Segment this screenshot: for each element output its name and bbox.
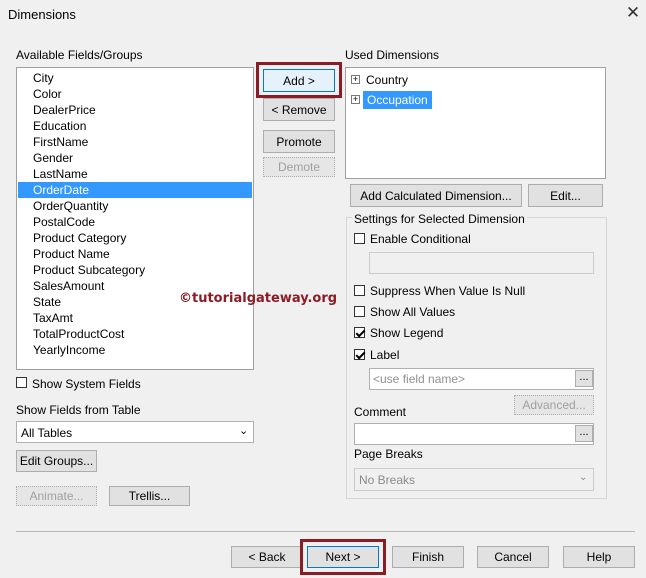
conditional-expression-field[interactable]	[369, 252, 594, 274]
close-icon[interactable]: ✕	[624, 4, 642, 22]
list-item[interactable]: SalesAmount	[33, 278, 104, 294]
table-select[interactable]: All Tables ⌄	[16, 421, 254, 443]
trellis-button[interactable]: Trellis...	[109, 486, 190, 506]
list-item[interactable]: Color	[33, 86, 62, 102]
label-checkbox[interactable]	[354, 349, 365, 360]
show-fields-from-table-label: Show Fields from Table	[16, 403, 141, 417]
label-field-placeholder: <use field name>	[373, 372, 466, 386]
add-calculated-dimension-button[interactable]: Add Calculated Dimension...	[350, 184, 522, 207]
page-breaks-label: Page Breaks	[354, 447, 423, 461]
suppress-null-label: Suppress When Value Is Null	[370, 284, 526, 298]
list-item[interactable]: YearlyIncome	[33, 342, 105, 358]
list-item[interactable]: State	[33, 294, 61, 310]
label-check-label: Label	[370, 348, 400, 362]
list-item[interactable]: FirstName	[33, 134, 88, 150]
window-title: Dimensions	[8, 7, 76, 22]
page-breaks-select[interactable]: No Breaks ⌄	[354, 468, 594, 491]
expand-icon[interactable]: +	[351, 95, 360, 104]
settings-label: Settings for Selected Dimension	[352, 212, 527, 226]
list-item[interactable]: LastName	[33, 166, 88, 182]
list-item[interactable]: OrderDate	[18, 182, 252, 198]
finish-button[interactable]: Finish	[392, 546, 464, 568]
list-item[interactable]: Product Subcategory	[33, 262, 145, 278]
list-item[interactable]: DealerPrice	[33, 102, 96, 118]
table-select-value: All Tables	[21, 426, 73, 440]
expand-icon[interactable]: +	[351, 75, 360, 84]
list-item[interactable]: Gender	[33, 150, 73, 166]
promote-button[interactable]: Promote	[263, 130, 335, 153]
add-button[interactable]: Add >	[263, 69, 335, 92]
used-dimensions-label: Used Dimensions	[345, 48, 440, 62]
edit-button[interactable]: Edit...	[528, 184, 603, 207]
list-item[interactable]: Product Name	[33, 246, 110, 262]
cancel-button[interactable]: Cancel	[477, 546, 549, 568]
animate-button[interactable]: Animate...	[16, 486, 97, 506]
remove-button[interactable]: < Remove	[263, 98, 335, 121]
enable-conditional-label: Enable Conditional	[370, 232, 471, 246]
list-item[interactable]: OrderQuantity	[33, 198, 108, 214]
available-fields-list[interactable]: City Color DealerPrice Education FirstName Ge…	[16, 67, 337, 370]
demote-button[interactable]: Demote	[263, 157, 335, 177]
advanced-button[interactable]: Advanced...	[514, 395, 594, 415]
page-breaks-value: No Breaks	[359, 473, 416, 487]
tree-item-country[interactable]: Country	[366, 72, 408, 88]
list-item[interactable]: PostalCode	[33, 214, 95, 230]
comment-field[interactable]: ...	[354, 423, 594, 445]
label-field[interactable]: <use field name> ...	[369, 368, 594, 390]
show-system-fields-label: Show System Fields	[32, 377, 141, 391]
comment-label: Comment	[354, 405, 407, 419]
show-legend-label: Show Legend	[370, 326, 444, 340]
list-item[interactable]: Education	[33, 118, 86, 134]
suppress-null-checkbox[interactable]	[354, 285, 365, 296]
available-fields-label: Available Fields/Groups	[16, 48, 143, 62]
enable-conditional-checkbox[interactable]	[354, 233, 365, 244]
label-browse-button[interactable]: ...	[575, 370, 593, 387]
back-button[interactable]: < Back	[231, 546, 303, 568]
help-button[interactable]: Help	[563, 546, 635, 568]
watermark-text: ©tutorialgateway.org	[179, 291, 338, 306]
chevron-down-icon: ⌄	[579, 472, 588, 483]
list-item[interactable]: City	[33, 70, 54, 86]
show-all-values-checkbox[interactable]	[354, 306, 365, 317]
list-item[interactable]: TaxAmt	[33, 310, 73, 326]
edit-groups-button[interactable]: Edit Groups...	[16, 450, 97, 472]
show-system-fields-checkbox[interactable]	[16, 377, 27, 388]
used-dimensions-tree[interactable]: + Country + Occupation	[345, 67, 606, 179]
chevron-down-icon: ⌄	[239, 425, 249, 437]
next-button[interactable]: Next >	[307, 546, 379, 568]
tree-item-occupation[interactable]: Occupation	[363, 91, 432, 109]
footer-separator	[16, 531, 635, 532]
comment-browse-button[interactable]: ...	[575, 425, 593, 442]
list-item[interactable]: TotalProductCost	[33, 326, 124, 342]
list-item[interactable]: Product Category	[33, 230, 126, 246]
show-legend-checkbox[interactable]	[354, 327, 365, 338]
show-all-values-label: Show All Values	[370, 305, 456, 319]
